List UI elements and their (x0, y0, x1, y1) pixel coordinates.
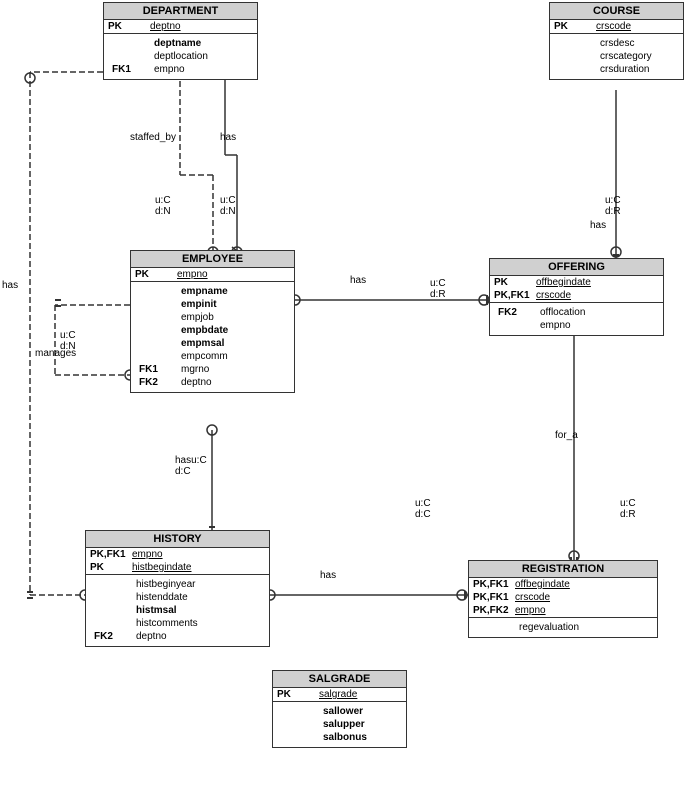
entity-department-title: DEPARTMENT (104, 3, 257, 20)
emp-empno: empno (177, 269, 208, 280)
label-has-hist-reg: has (320, 570, 336, 581)
entity-offering-title: OFFERING (490, 259, 663, 276)
course-crsdesc: crsdesc (600, 38, 634, 49)
hist-histbeginyear: histbeginyear (136, 579, 195, 590)
entity-salgrade-fields: sallower salupper salbonus (273, 702, 406, 747)
entity-employee-pk-section: PK empno (131, 268, 294, 282)
label-uc-dn-2: u:Cd:N (220, 195, 236, 217)
entity-registration-pk-section: PK,FK1 offbegindate PK,FK1 crscode PK,FK… (469, 578, 657, 618)
entity-history-title: HISTORY (86, 531, 269, 548)
label-hasu: hasu:Cd:C (175, 455, 207, 477)
entity-department-fields: deptname deptlocation FK1empno (104, 34, 257, 79)
entity-history-fields: histbeginyear histenddate histmsal histc… (86, 575, 269, 646)
emp-deptno: deptno (181, 377, 212, 388)
reg-crscode: crscode (515, 592, 550, 603)
emp-mgrno: mgrno (181, 364, 209, 375)
reg-empno: empno (515, 605, 546, 616)
entity-course-pk-section: PK crscode (550, 20, 683, 34)
label-has-course-off: has (590, 220, 606, 231)
entity-salgrade: SALGRADE PK salgrade sallower salupper s… (272, 670, 407, 748)
entity-offering: OFFERING PK offbegindate PK,FK1 crscode … (489, 258, 664, 336)
emp-empname: empname (181, 286, 228, 297)
course-pk-label: PK (554, 21, 596, 32)
entity-course-fields: crsdesc crscategory crsduration (550, 34, 683, 79)
emp-empmsal: empmsal (181, 338, 224, 349)
off-offlocation: offlocation (540, 307, 585, 318)
entity-department: DEPARTMENT PK deptno deptname deptlocati… (103, 2, 258, 80)
entity-offering-pk-section: PK offbegindate PK,FK1 crscode (490, 276, 663, 303)
entity-registration-fields: regevaluation (469, 618, 657, 637)
entity-department-pk-section: PK deptno (104, 20, 257, 34)
off-crscode: crscode (536, 290, 571, 301)
label-has-left: has (2, 280, 18, 291)
hist-histmsal: histmsal (136, 605, 177, 616)
reg-regevaluation: regevaluation (519, 622, 579, 633)
emp-empbdate: empbdate (181, 325, 228, 336)
entity-course: COURSE PK crscode crsdesc crscategory cr… (549, 2, 684, 80)
hist-histbegindate: histbegindate (132, 562, 192, 573)
dept-empno: empno (154, 64, 185, 75)
label-uc-dr-emp-off: u:Cd:R (430, 278, 446, 300)
label-uc-dn-1: u:Cd:N (155, 195, 171, 217)
label-uc-dr-reg: u:Cd:R (620, 498, 636, 520)
emp-empinit: empinit (181, 299, 217, 310)
sal-salupper: salupper (323, 719, 365, 730)
hist-deptno: deptno (136, 631, 167, 642)
label-uc-dc-reg: u:Cd:C (415, 498, 431, 520)
hist-histenddate: histenddate (136, 592, 188, 603)
off-empno: empno (540, 320, 571, 331)
entity-history: HISTORY PK,FK1 empno PK histbegindate hi… (85, 530, 270, 647)
emp-pk-label: PK (135, 269, 177, 280)
course-crsduration: crsduration (600, 64, 649, 75)
erd-diagram: staffed_by has u:Cd:N u:Cd:N u:Cd:N mana… (0, 0, 690, 803)
entity-employee: EMPLOYEE PK empno empname empinit empjob… (130, 250, 295, 393)
entity-salgrade-pk-section: PK salgrade (273, 688, 406, 702)
label-manages: manages (35, 348, 76, 359)
dept-deptname: deptname (154, 38, 201, 49)
dept-pk-label: PK (108, 21, 150, 32)
entity-offering-fields: FK2offlocation empno (490, 303, 663, 335)
entity-salgrade-title: SALGRADE (273, 671, 406, 688)
sal-salgrade: salgrade (319, 689, 357, 700)
entity-employee-title: EMPLOYEE (131, 251, 294, 268)
label-has-dept: has (220, 132, 236, 143)
label-staffed-by: staffed_by (130, 132, 176, 143)
course-crscode: crscode (596, 21, 631, 32)
off-pk-label: PK (494, 277, 536, 288)
sal-salbonus: salbonus (323, 732, 367, 743)
hist-empno: empno (132, 549, 163, 560)
emp-empcomm: empcomm (181, 351, 228, 362)
off-offbegindate: offbegindate (536, 277, 591, 288)
reg-offbegindate: offbegindate (515, 579, 570, 590)
sal-sallower: sallower (323, 706, 363, 717)
label-has-emp-off: has (350, 275, 366, 286)
emp-empjob: empjob (181, 312, 214, 323)
course-crscategory: crscategory (600, 51, 652, 62)
label-uc-dr-course: u:Cd:R (605, 195, 621, 217)
entity-registration: REGISTRATION PK,FK1 offbegindate PK,FK1 … (468, 560, 658, 638)
label-for-a: for_a (555, 430, 578, 441)
entity-registration-title: REGISTRATION (469, 561, 657, 578)
entity-employee-fields: empname empinit empjob empbdate empmsal … (131, 282, 294, 392)
dept-deptno: deptno (150, 21, 181, 32)
entity-course-title: COURSE (550, 3, 683, 20)
entity-history-pk-section: PK,FK1 empno PK histbegindate (86, 548, 269, 575)
dept-deptlocation: deptlocation (154, 51, 208, 62)
hist-histcomments: histcomments (136, 618, 198, 629)
